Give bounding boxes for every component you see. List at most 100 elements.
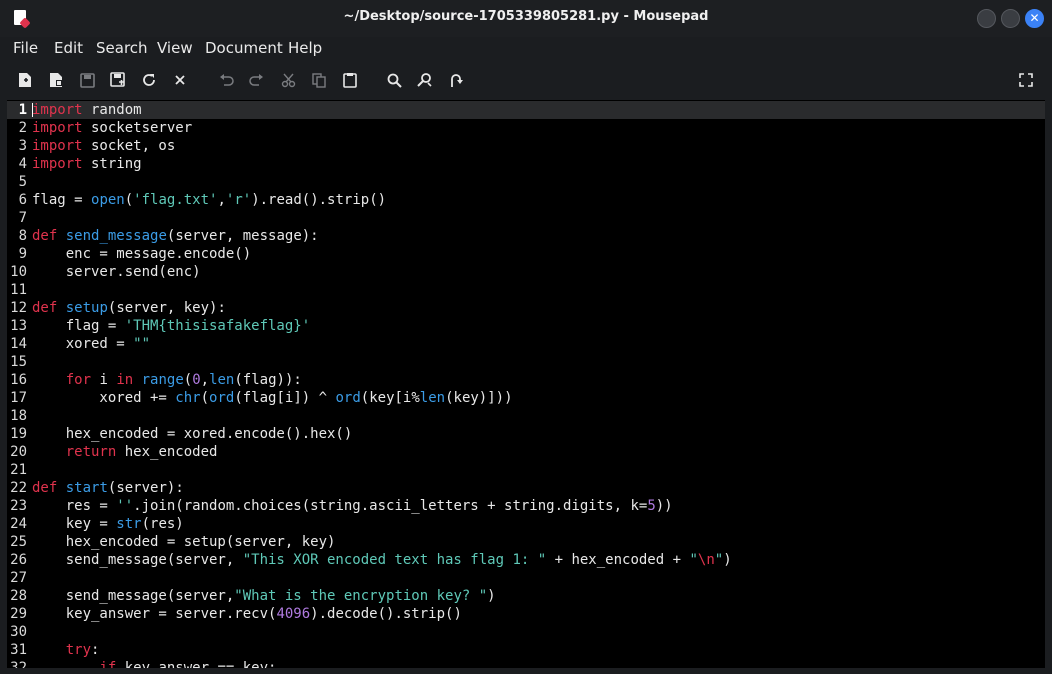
code-line[interactable]: 13 flag = 'THM{thisisafakeflag}' [7, 317, 1045, 335]
code-line[interactable]: 9 enc = message.encode() [7, 245, 1045, 263]
code-line[interactable]: 21 [7, 461, 1045, 479]
line-number: 26 [10, 552, 27, 568]
code-token: 0 [192, 372, 201, 388]
code-token: flag = [32, 318, 125, 334]
redo-icon[interactable] [246, 70, 266, 90]
code-line[interactable]: 8 def send_message(server, message): [7, 227, 1045, 245]
code-line[interactable]: 20 return hex_encoded [7, 443, 1045, 461]
code-line[interactable]: 17 xored += chr(ord(flag[i]) ^ ord(key[i… [7, 389, 1045, 407]
code-token: (server, message): [166, 228, 319, 244]
code-token: import [32, 102, 83, 118]
line-number: 7 [18, 210, 27, 226]
code-token: ( [124, 192, 134, 208]
code-token: , [217, 192, 226, 208]
code-line[interactable]: 18 [7, 407, 1045, 425]
code-line[interactable]: 7 [7, 209, 1045, 227]
code-token: ).read().strip() [251, 192, 387, 208]
copy-icon[interactable] [309, 70, 329, 90]
code-line[interactable]: 24 key = str(res) [7, 515, 1045, 533]
code-token: '' [116, 498, 134, 514]
go-to-line-icon[interactable] [446, 70, 466, 90]
code-editor[interactable]: 1 import random 2 import socketserver 3 impor… [7, 100, 1045, 668]
code-text: hex_encoded = xored.encode().hex() [32, 425, 353, 443]
code-line[interactable]: 23 res = ''.join(random.choices(string.a… [7, 497, 1045, 515]
code-token: key_answer == key: [116, 660, 277, 668]
reload-icon[interactable] [139, 70, 159, 90]
code-line[interactable]: 5 [7, 173, 1045, 191]
code-text: hex_encoded = setup(server, key) [32, 533, 336, 551]
code-text: import random [32, 101, 142, 119]
code-token: (server): [107, 480, 184, 496]
code-line[interactable]: 25 hex_encoded = setup(server, key) [7, 533, 1045, 551]
toolbar [0, 64, 1052, 96]
code-text: key = str(res) [32, 515, 184, 533]
line-number: 29 [10, 606, 27, 622]
code-line[interactable]: 27 [7, 569, 1045, 587]
code-token: (flag)): [234, 372, 302, 388]
line-number: 13 [10, 318, 27, 334]
minimize-button[interactable] [977, 9, 996, 28]
code-line[interactable]: 15 [7, 353, 1045, 371]
paste-icon[interactable] [340, 70, 360, 90]
code-line[interactable]: 16 for i in range(0,len(flag)): [7, 371, 1045, 389]
code-text: def start(server): [32, 479, 184, 497]
new-document-icon[interactable] [15, 70, 35, 90]
line-number: 2 [18, 120, 27, 136]
code-line[interactable]: 10 server.send(enc) [7, 263, 1045, 281]
code-text: xored = "" [32, 335, 150, 353]
new-window-icon[interactable] [46, 70, 66, 90]
undo-icon[interactable] [216, 70, 236, 90]
menu-bar: File Edit Search View Document Help [0, 37, 1052, 61]
cut-icon[interactable] [278, 70, 298, 90]
code-line[interactable]: 6 flag = open('flag.txt','r').read().stri… [7, 191, 1045, 209]
code-token: res = [32, 498, 117, 514]
code-line[interactable]: 12 def setup(server, key): [7, 299, 1045, 317]
code-token: ord [335, 390, 361, 406]
line-number: 21 [10, 462, 27, 478]
code-text: import socketserver [32, 119, 192, 137]
fullscreen-icon[interactable] [1016, 70, 1036, 90]
menu-search[interactable]: Search [96, 39, 148, 57]
close-window-button[interactable]: ✕ [1025, 9, 1044, 28]
line-number: 32 [10, 660, 27, 668]
code-text: send_message(server, "This XOR encoded t… [32, 551, 732, 569]
menu-view[interactable]: View [157, 39, 193, 57]
close-icon[interactable] [170, 70, 190, 90]
line-number: 22 [10, 480, 27, 496]
code-line[interactable]: 2 import socketserver [7, 119, 1045, 137]
menu-help[interactable]: Help [288, 39, 322, 57]
code-line[interactable]: 22 def start(server): [7, 479, 1045, 497]
code-line[interactable]: 28 send_message(server,"What is the encr… [7, 587, 1045, 605]
code-line[interactable]: 31 try: [7, 641, 1045, 659]
code-line[interactable]: 4 import string [7, 155, 1045, 173]
code-line[interactable]: 30 [7, 623, 1045, 641]
code-line[interactable]: 3 import socket, os [7, 137, 1045, 155]
menu-file[interactable]: File [13, 39, 38, 57]
code-token: key = [32, 516, 117, 532]
code-line[interactable]: 29 key_answer = server.recv(4096).decode… [7, 605, 1045, 623]
maximize-button[interactable] [1001, 9, 1020, 28]
code-line[interactable]: 11 [7, 281, 1045, 299]
code-token: (key[i% [360, 390, 420, 406]
code-token: send_message [65, 228, 167, 244]
code-token: chr [175, 390, 201, 406]
code-text: def send_message(server, message): [32, 227, 319, 245]
code-token: key_answer = server.recv( [32, 606, 277, 622]
code-line[interactable]: 14 xored = "" [7, 335, 1045, 353]
save-as-icon[interactable] [108, 70, 128, 90]
line-number: 24 [10, 516, 27, 532]
code-line[interactable]: 1 import random [7, 101, 1045, 119]
save-icon[interactable] [77, 70, 97, 90]
code-token: start [65, 480, 108, 496]
code-line[interactable]: 19 hex_encoded = xored.encode().hex() [7, 425, 1045, 443]
menu-edit[interactable]: Edit [54, 39, 83, 57]
find-replace-icon[interactable] [415, 70, 435, 90]
menu-document[interactable]: Document [205, 39, 283, 57]
code-token: socket, os [82, 138, 176, 154]
code-line[interactable]: 32 if key_answer == key: [7, 659, 1045, 668]
find-icon[interactable] [384, 70, 404, 90]
code-line[interactable]: 26 send_message(server, "This XOR encode… [7, 551, 1045, 569]
line-number: 10 [10, 264, 27, 280]
